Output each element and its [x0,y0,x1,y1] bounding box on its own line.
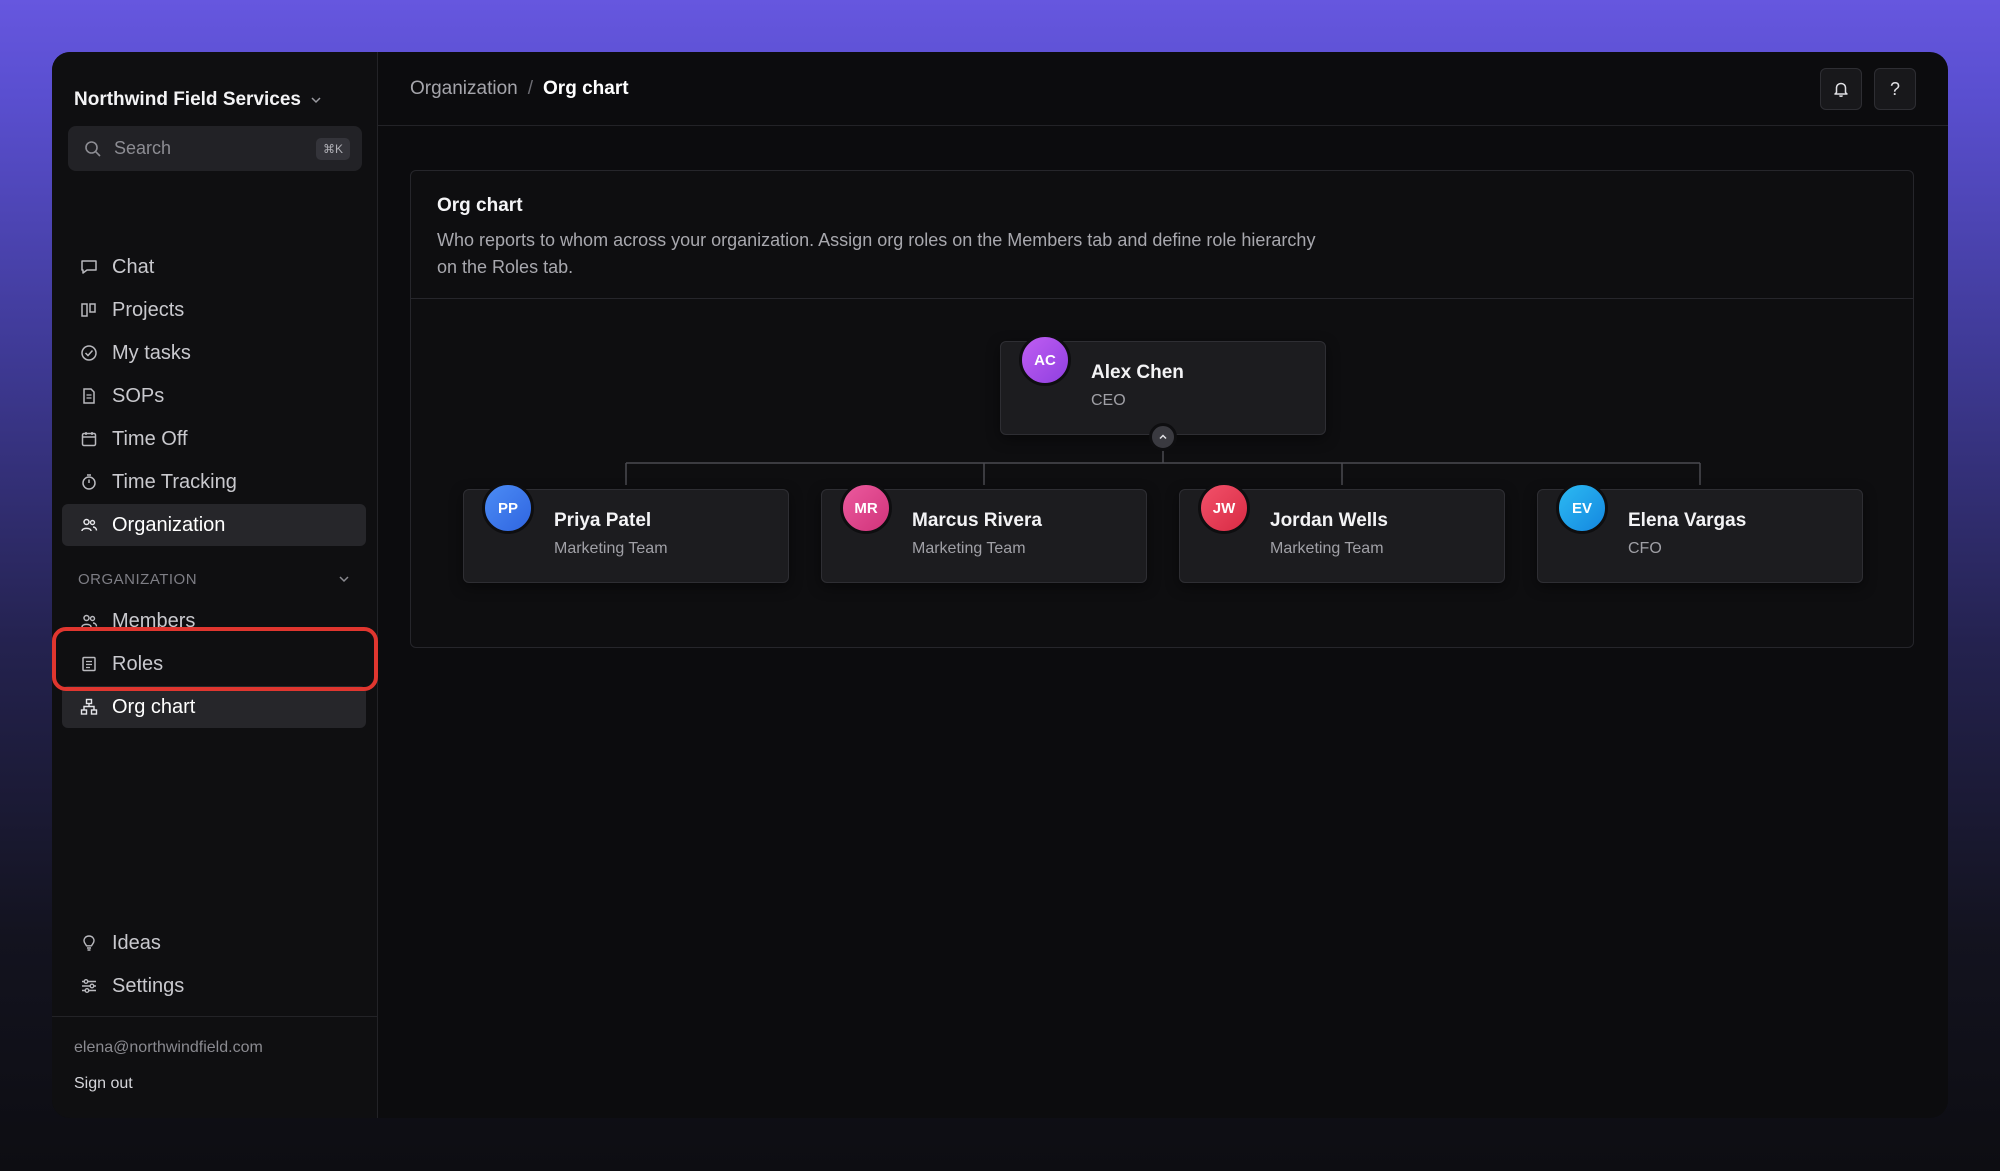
member-name: Alex Chen [1091,362,1184,383]
highlight-annotation [52,627,378,691]
search-shortcut: ⌘K [315,137,350,160]
sidebar-item-chat[interactable]: Chat [62,246,366,288]
sign-out-link[interactable]: Sign out [74,1075,355,1093]
bell-icon [1834,82,1848,97]
collapse-button[interactable] [1149,423,1177,451]
panel-description: Who reports to whom across your organiza… [437,230,1316,277]
panel-header: Org chart Who reports to whom across you… [411,171,1913,299]
breadcrumb-organization[interactable]: Organization [410,78,518,100]
sliders-icon [82,979,96,993]
lightbulb-icon [83,935,95,951]
sidebar-item-settings[interactable]: Settings [62,965,366,1007]
top-bar: Organization / Org chart ? [378,52,1948,126]
sidebar-item-ideas[interactable]: Ideas [62,922,366,964]
member-role: Marketing Team [1270,540,1384,557]
avatar: EV [1556,482,1608,534]
document-icon [83,388,95,404]
sidebar-item-label: Org chart [112,695,196,718]
calendar-icon [81,432,97,447]
member-role: Marketing Team [912,540,1026,557]
section-label: ORGANIZATION [78,570,198,588]
stopwatch-icon [82,474,96,490]
main-content: Organization / Org chart ? Org chart Who… [378,52,1948,1118]
org-chart-icon [80,698,98,715]
sidebar-item-label: Projects [112,298,185,321]
sidebar-item-my-tasks[interactable]: My tasks [62,332,366,374]
org-card-marcus-rivera[interactable]: MR Marcus Rivera Marketing Team [821,482,1147,583]
help-button[interactable]: ? [1874,68,1916,110]
chat-icon [81,260,97,274]
app-window: Northwind Field Services Search ⌘K Chat … [52,52,1948,1118]
sidebar-item-label: Time Off [112,427,188,450]
workspace-switcher[interactable]: Northwind Field Services [74,80,321,120]
member-name: Elena Vargas [1628,510,1747,531]
bottom-nav: Ideas Settings [62,922,366,1008]
section-toggle-organization[interactable]: ORGANIZATION [62,558,366,600]
breadcrumb-separator: / [527,77,534,99]
sidebar-item-label: Chat [112,255,155,278]
chevron-down-icon [339,576,349,583]
org-card-alex-chen[interactable]: AC Alex Chen CEO [1000,334,1326,435]
top-actions: ? [1820,68,1916,110]
sidebar-item-sops[interactable]: SOPs [62,375,366,417]
sidebar-item-time-off[interactable]: Time Off [62,418,366,460]
projects-icon [81,303,96,317]
search-input[interactable]: Search ⌘K [68,126,362,171]
org-chart: AC Alex Chen CEO PP Priya Patel Marketin… [411,299,1913,647]
workspace-name: Northwind Field Services [74,89,301,110]
check-circle-icon [81,345,97,361]
member-name: Priya Patel [554,510,652,531]
sidebar: Northwind Field Services Search ⌘K Chat … [52,52,378,1118]
sidebar-item-label: SOPs [112,384,165,407]
search-placeholder: Search [114,138,172,158]
sidebar-item-label: Organization [112,513,226,536]
org-card-priya-patel[interactable]: PP Priya Patel Marketing Team [463,482,789,583]
breadcrumb-current: Org chart [543,77,629,99]
user-email: elena@northwindfield.com [74,1039,263,1056]
avatar: AC [1019,334,1071,386]
member-role: CEO [1091,392,1126,409]
sidebar-item-projects[interactable]: Projects [62,289,366,331]
member-role: CFO [1628,540,1662,557]
member-name: Jordan Wells [1270,510,1388,531]
sidebar-item-label: Time Tracking [112,470,237,493]
avatar: MR [840,482,892,534]
member-role: Marketing Team [554,540,668,557]
panel-title: Org chart [437,195,523,216]
org-chart-panel: Org chart Who reports to whom across you… [410,170,1914,648]
org-card-jordan-wells[interactable]: JW Jordan Wells Marketing Team [1179,482,1505,583]
search-icon [85,140,101,157]
sidebar-item-label: My tasks [112,341,191,364]
chevron-down-icon [311,97,321,104]
sidebar-item-organization[interactable]: Organization [62,504,366,546]
sidebar-item-label: Settings [112,974,185,997]
users-icon [81,518,98,532]
org-card-elena-vargas[interactable]: EV Elena Vargas CFO [1537,482,1863,583]
sidebar-item-label: Ideas [112,931,161,954]
sidebar-item-org-chart[interactable]: Org chart [62,686,366,728]
help-icon: ? [1889,78,1900,99]
chevron-up-icon [1159,434,1167,440]
sidebar-item-time-tracking[interactable]: Time Tracking [62,461,366,503]
member-name: Marcus Rivera [912,510,1042,531]
avatar: JW [1198,482,1250,534]
notifications-button[interactable] [1820,68,1862,110]
avatar: PP [482,482,534,534]
sidebar-footer: elena@northwindfield.com Sign out [52,1016,377,1118]
